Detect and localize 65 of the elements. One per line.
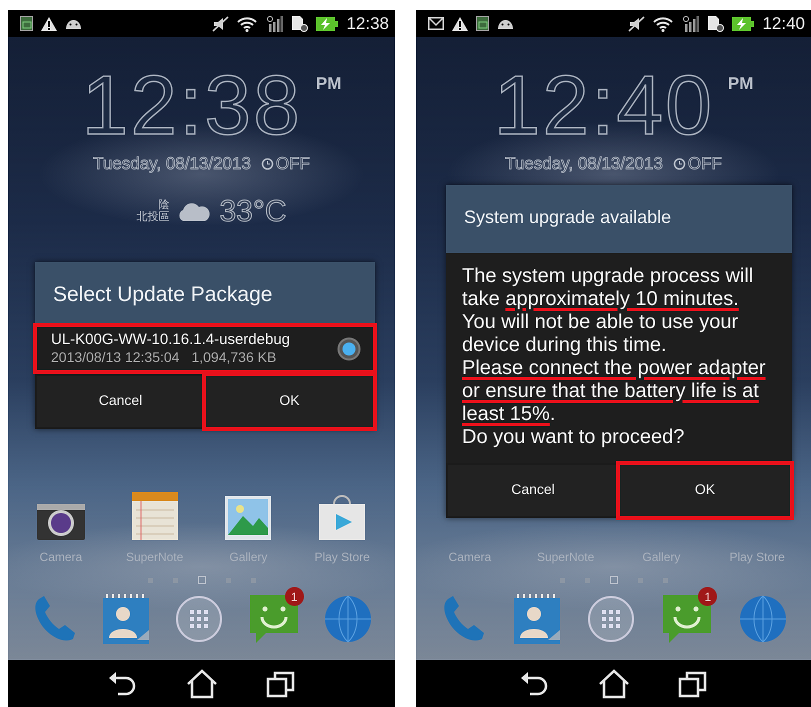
dialog-button[interactable]: Cancel — [37, 376, 204, 427]
notification-count: 1 — [698, 587, 718, 606]
mute-icon — [628, 16, 646, 32]
dialog-button[interactable]: OK — [206, 376, 373, 427]
alarm-clock-icon — [260, 157, 274, 170]
signal-icon — [681, 16, 700, 32]
radio-button[interactable] — [337, 336, 361, 361]
recent-apps-icon[interactable] — [266, 670, 296, 698]
battery-charging-icon — [732, 16, 754, 30]
home-icon[interactable] — [186, 668, 218, 698]
weather-location: 北投區 — [136, 211, 170, 224]
android-icon — [65, 18, 82, 29]
android-icon — [497, 18, 514, 29]
app-drawer-icon — [175, 595, 224, 643]
package-list-item[interactable]: UL-K00G-WW-10.16.1.4-userdebug 2013/08/13 12:35:04 1,094,736 KB — [37, 327, 373, 370]
dialog-message: The system upgrade process will take approximately 10 minutes. You will not be able to use your device during this time. — [462, 264, 754, 357]
battery-charging-icon — [316, 16, 338, 30]
warning-icon — [41, 16, 57, 30]
clock-time: 12:38 — [82, 63, 302, 147]
dialog-button[interactable]: Cancel — [448, 464, 618, 516]
dialog-button[interactable]: OK — [620, 464, 790, 516]
clock-ampm: PM — [316, 73, 342, 95]
warning-icon — [452, 16, 468, 30]
landscape-picture-icon — [225, 496, 272, 540]
clock-date: Tuesday, 08/13/2013 — [505, 153, 663, 175]
alarm-status: OFF — [688, 153, 722, 175]
weather-condition: 陰 — [158, 198, 170, 211]
notebook-icon — [132, 492, 178, 540]
app-label[interactable]: Play Store — [314, 548, 370, 566]
back-icon[interactable] — [520, 670, 550, 698]
app-label[interactable]: Play Store — [729, 548, 785, 566]
sim-card-icon — [707, 15, 724, 32]
dialog-message: Do you want to proceed? — [462, 426, 686, 449]
contacts-icon — [103, 594, 150, 644]
contacts-icon — [514, 594, 560, 644]
app-label[interactable]: Camera — [448, 548, 492, 566]
wifi-icon — [653, 16, 674, 32]
mail-icon — [428, 17, 444, 30]
sim-card-icon — [291, 15, 308, 32]
dialog-title: Select Update Package — [35, 262, 375, 324]
dialog-message: Please connect the power adapter or ensure that the battery life is at least 15%. — [462, 356, 767, 426]
image-notification-icon — [20, 16, 33, 31]
app-label[interactable]: SuperNote — [536, 548, 594, 566]
clock-date: Tuesday, 08/13/2013 — [93, 153, 251, 175]
dialog-title: System upgrade available — [446, 185, 792, 253]
home-icon[interactable] — [598, 668, 630, 698]
alarm-clock-icon — [672, 157, 686, 170]
shopping-bag-icon — [319, 494, 366, 540]
recent-apps-icon[interactable] — [678, 670, 708, 698]
image-notification-icon — [476, 16, 489, 31]
app-drawer-icon — [587, 595, 636, 643]
globe-icon — [324, 595, 372, 643]
weather-temperature: 33°C — [219, 194, 287, 230]
status-time: 12:40 — [762, 12, 805, 35]
signal-icon — [265, 16, 284, 32]
globe-icon — [739, 595, 788, 643]
notification-count: 1 — [284, 587, 304, 606]
wifi-icon — [237, 16, 258, 32]
clock-ampm: PM — [728, 73, 754, 95]
status-time: 12:38 — [346, 12, 389, 35]
back-icon[interactable] — [108, 670, 138, 698]
mute-icon — [212, 16, 230, 32]
app-label[interactable]: Camera — [40, 548, 82, 566]
app-label[interactable]: SuperNote — [126, 548, 184, 566]
clock-time: 12:40 — [494, 63, 714, 147]
